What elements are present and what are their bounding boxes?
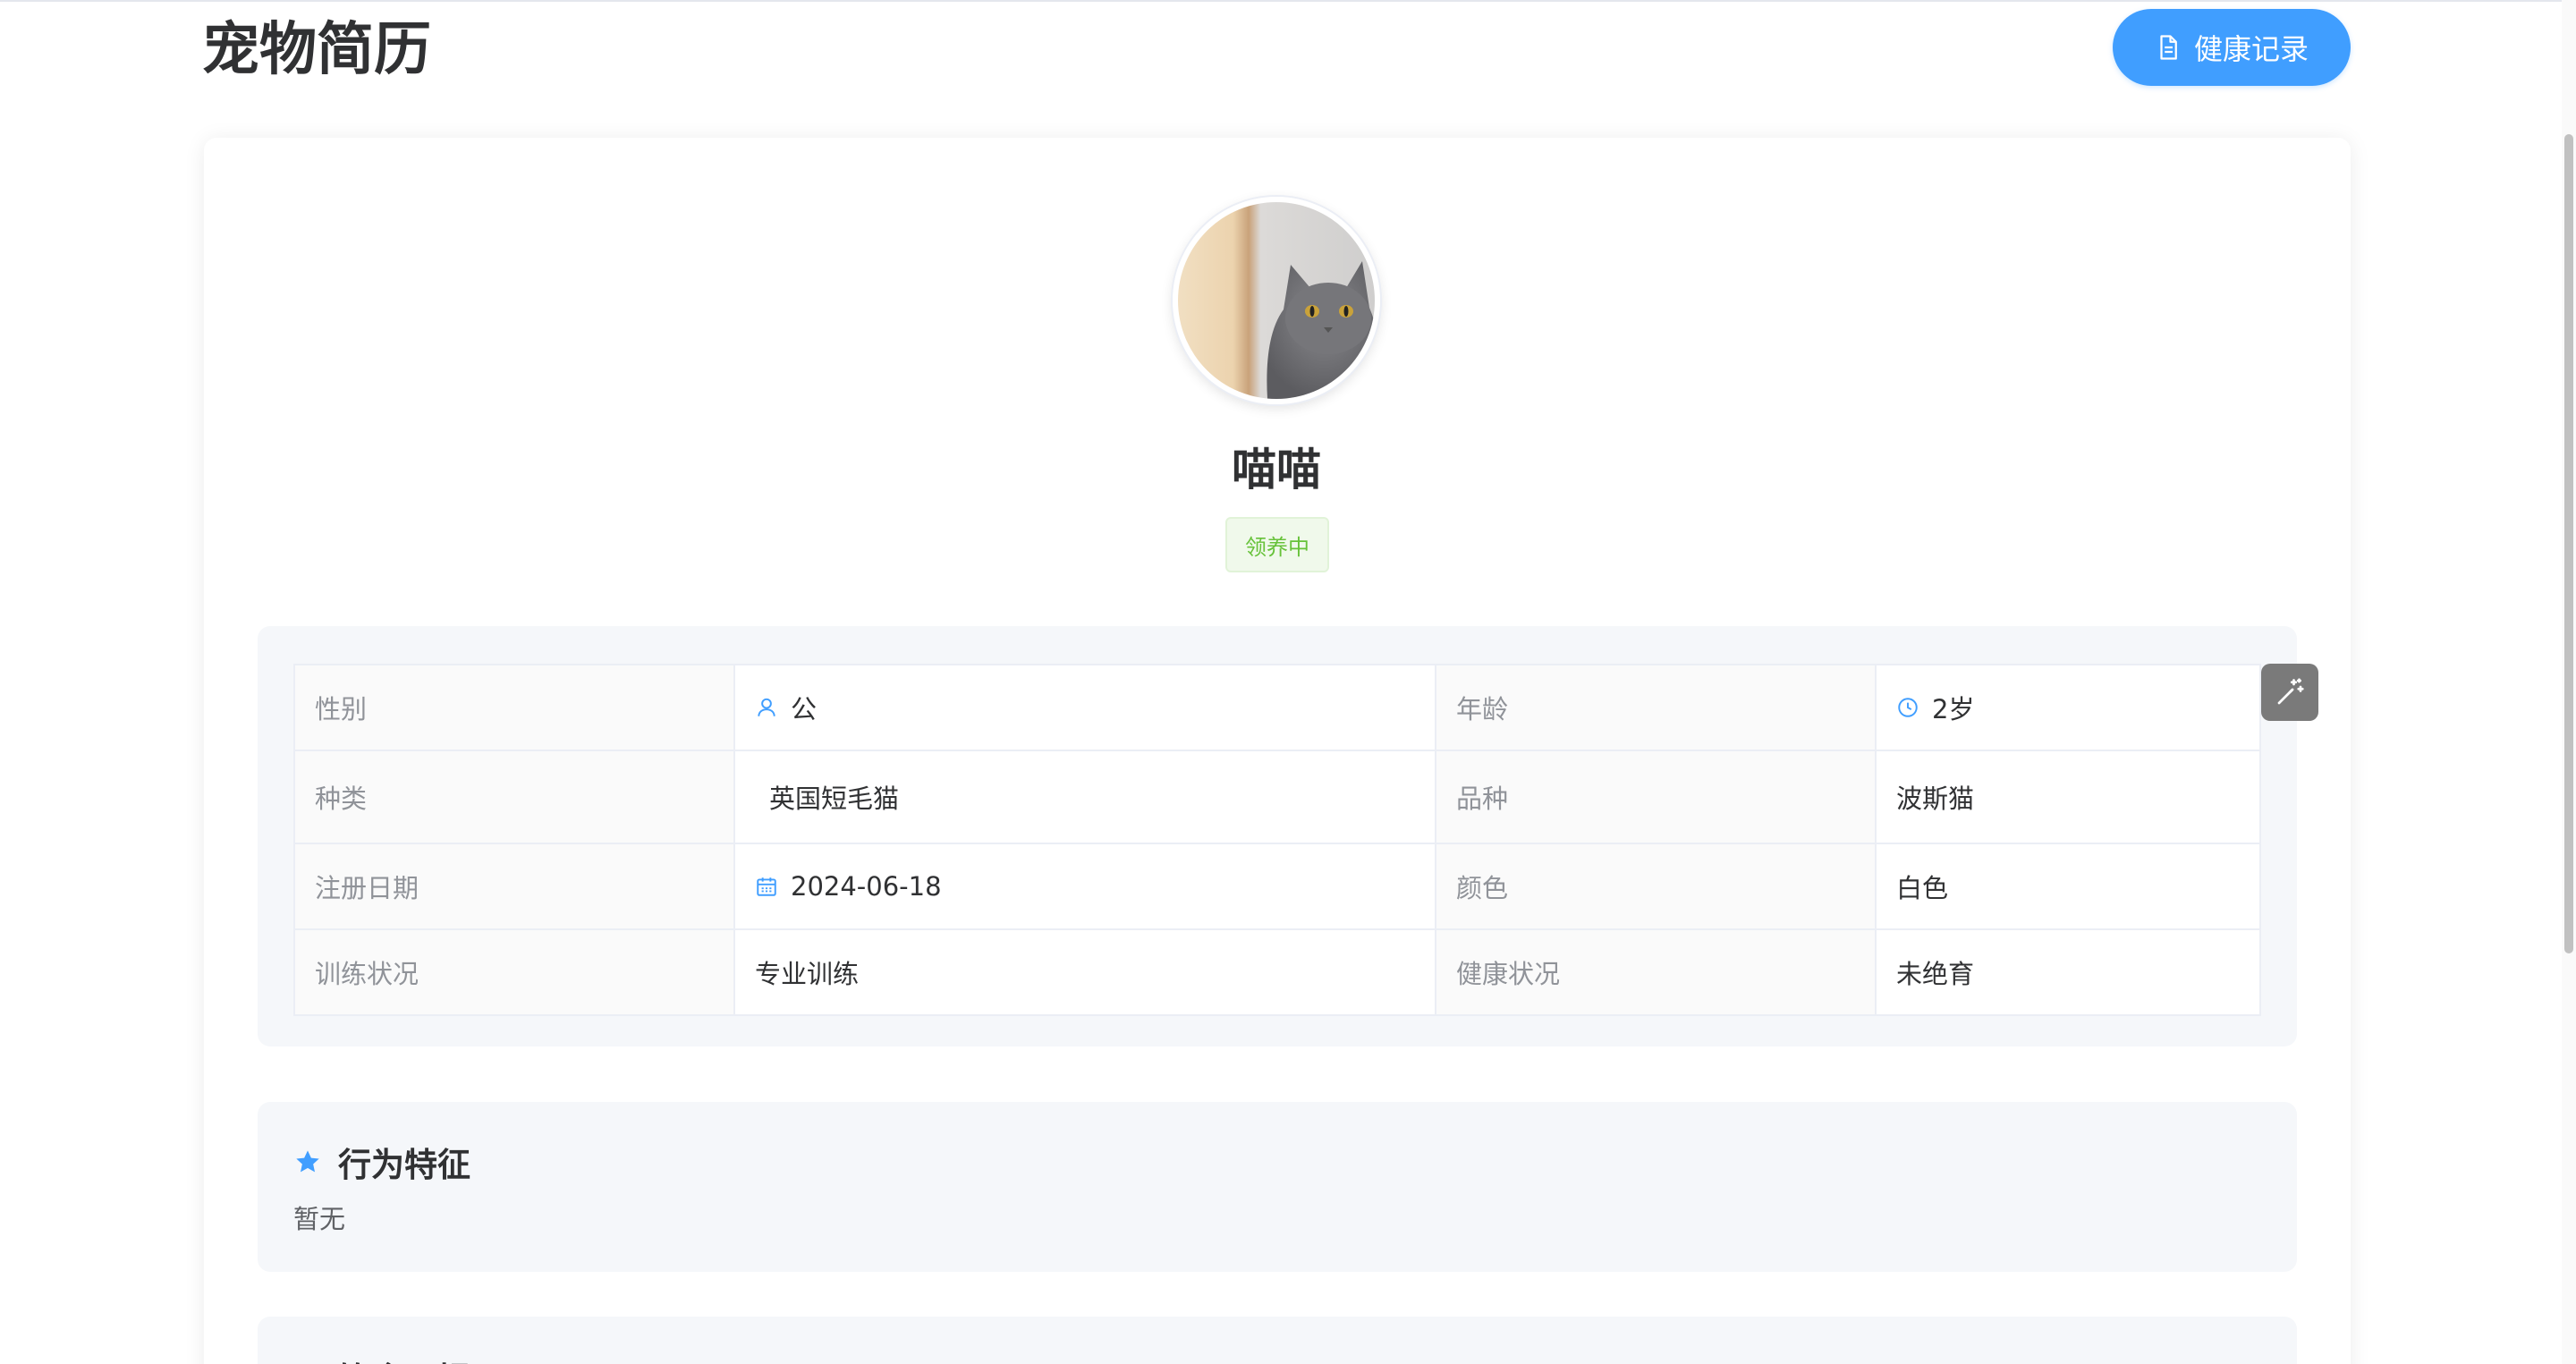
- age-label: 年龄: [1435, 664, 1877, 751]
- breed-label: 品种: [1435, 750, 1877, 844]
- age-value: 2岁: [1932, 694, 1975, 724]
- pet-info-table: 性别 公 年龄 2岁 种类 英国短毛猫 品种 波斯猫 注册日期 2024-06-…: [293, 664, 2261, 1016]
- training-value: 专业训练: [733, 928, 1436, 1016]
- species-value-text: 英国短毛猫: [769, 784, 900, 814]
- registration-date-label: 注册日期: [293, 843, 735, 930]
- color-value: 白色: [1875, 843, 2261, 930]
- registration-date-value: 2024-06-18: [791, 871, 942, 902]
- behavior-text: 暂无: [293, 1204, 346, 1234]
- calendar-icon: [757, 877, 776, 896]
- table-row: 性别 公 年龄 2岁: [293, 664, 2261, 751]
- pet-name: 喵喵: [1232, 444, 1321, 496]
- cat-photo: [1178, 202, 1375, 399]
- gender-value-cell: 公: [733, 664, 1436, 751]
- color-label: 颜色: [1435, 843, 1877, 930]
- behavior-header: 行为特征: [293, 1138, 470, 1186]
- clock-icon: [1898, 698, 1918, 717]
- magic-wand-button[interactable]: [2261, 664, 2318, 721]
- health-status-value: 未绝育: [1875, 928, 2261, 1016]
- gender-value: 公: [791, 694, 818, 724]
- health-record-button[interactable]: 健康记录: [2113, 9, 2351, 86]
- adoption-status-badge: 领养中: [1225, 517, 1329, 572]
- registration-date-cell: 2024-06-18: [733, 843, 1436, 930]
- health-status-label: 健康状况: [1435, 928, 1877, 1016]
- top-border: [0, 0, 2576, 2]
- diet-title: 饮食习惯: [338, 1352, 470, 1364]
- health-record-label: 健康记录: [2193, 33, 2309, 65]
- training-label: 训练状况: [293, 928, 735, 1016]
- star-icon: [296, 1150, 319, 1173]
- document-icon: [2160, 35, 2177, 60]
- behavior-section: 行为特征 暂无: [258, 1102, 2297, 1272]
- pet-avatar: [1173, 197, 1380, 404]
- page-title: 宠物简历: [202, 17, 431, 83]
- table-row: 种类 英国短毛猫 品种 波斯猫: [293, 750, 2261, 844]
- scrollbar-thumb[interactable]: [2564, 134, 2573, 953]
- gender-label: 性别: [293, 664, 735, 751]
- magic-wand-icon: [2277, 678, 2304, 705]
- age-value-cell: 2岁: [1875, 664, 2261, 751]
- table-row: 训练状况 专业训练 健康状况 未绝育: [293, 928, 2261, 1016]
- diet-header: 饮食习惯: [293, 1352, 470, 1364]
- user-icon: [758, 698, 775, 716]
- species-label: 种类: [293, 750, 735, 844]
- species-value: 英国短毛猫: [733, 750, 1436, 844]
- behavior-title: 行为特征: [338, 1146, 470, 1184]
- table-row: 注册日期 2024-06-18 颜色 白色: [293, 843, 2261, 930]
- diet-section: 饮食习惯: [258, 1317, 2297, 1364]
- breed-value: 波斯猫: [1875, 750, 2261, 844]
